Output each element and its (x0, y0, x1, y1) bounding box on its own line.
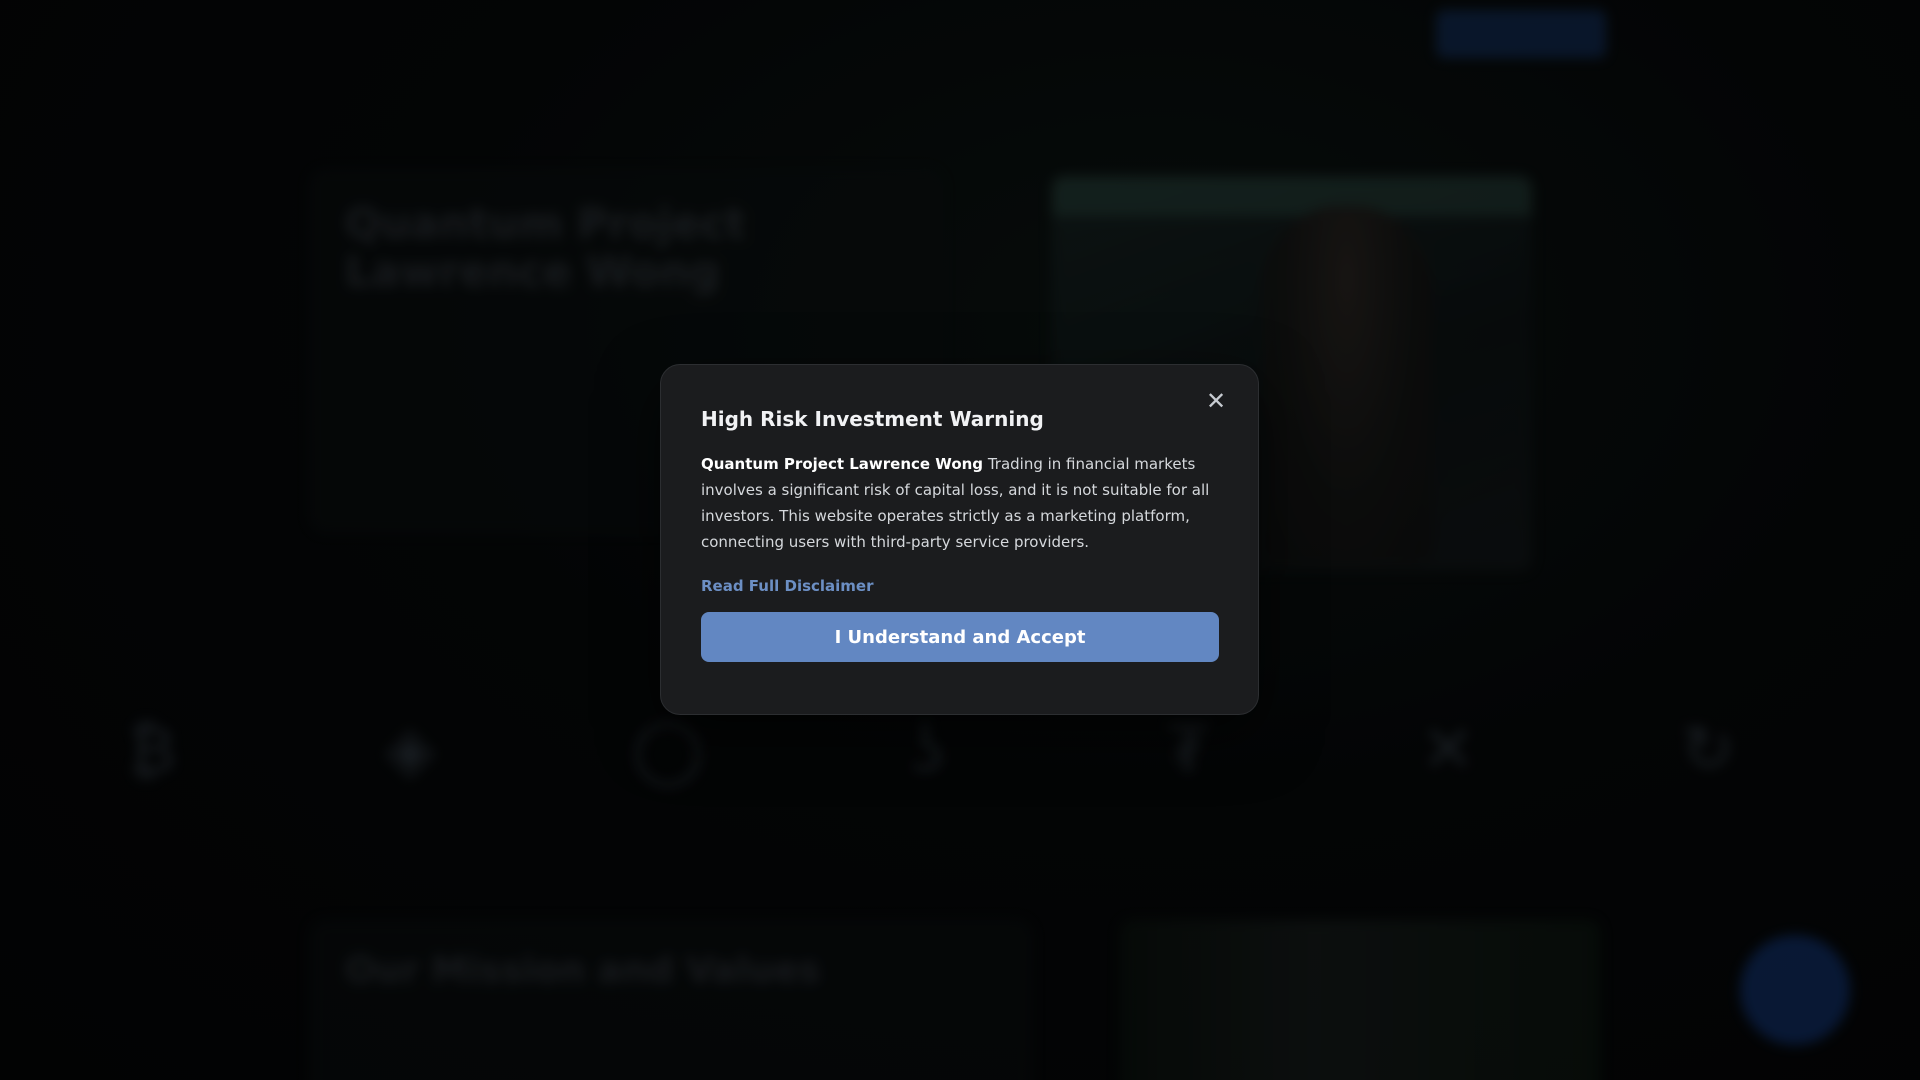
close-icon[interactable]: ✕ (1202, 387, 1230, 415)
modal-brand-name: Quantum Project Lawrence Wong (701, 455, 984, 473)
modal-title: High Risk Investment Warning (701, 407, 1044, 431)
risk-warning-modal: ✕ High Risk Investment Warning Quantum P… (660, 364, 1259, 715)
page: Quantum Project Lawrence Wong ₿ ◈ ◯ ʖ ₮ … (0, 0, 1920, 1080)
modal-body: Quantum Project Lawrence Wong Trading in… (701, 451, 1218, 555)
accept-button[interactable]: I Understand and Accept (701, 612, 1219, 662)
read-full-disclaimer-link[interactable]: Read Full Disclaimer (701, 577, 874, 595)
